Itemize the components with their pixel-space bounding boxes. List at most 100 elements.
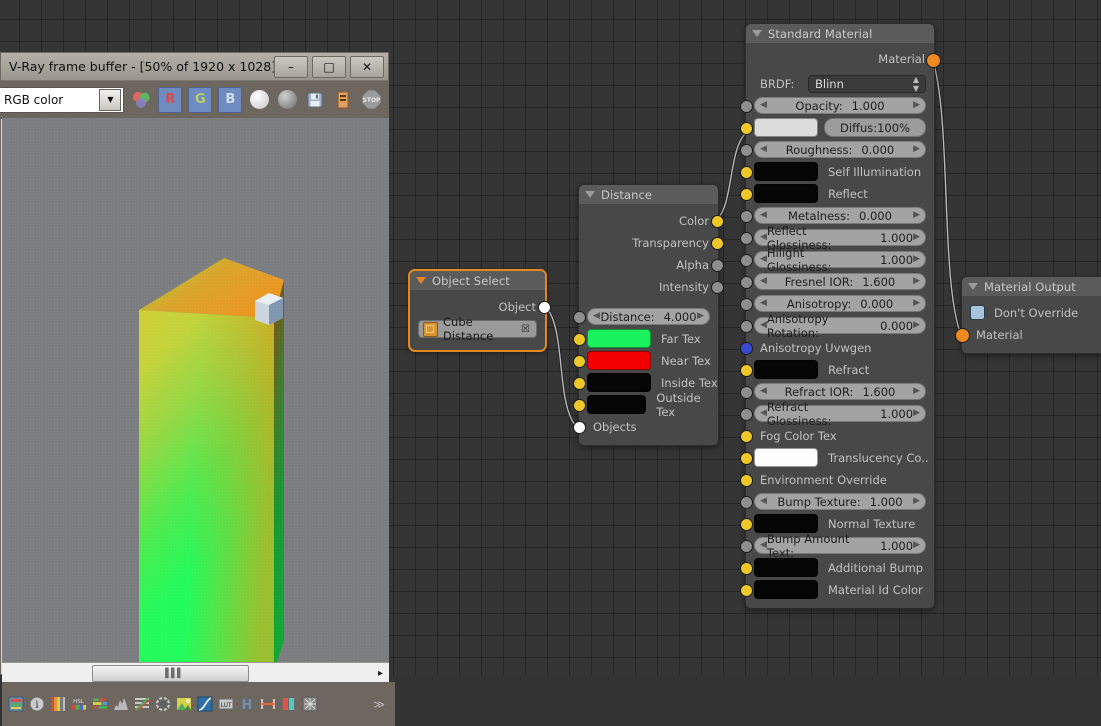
increment-arrow-icon[interactable]: ▶ <box>913 233 920 242</box>
socket-in-opacity[interactable] <box>740 100 753 113</box>
increment-arrow-icon[interactable]: ▶ <box>913 255 920 264</box>
scroll-right-arrow-icon[interactable]: ▸ <box>378 668 383 679</box>
material-row[interactable]: Environment Override <box>740 469 934 490</box>
color-swatch-reflect[interactable] <box>754 184 818 203</box>
material-row[interactable]: ◀ Bump Texture: 1.000 ▶ <box>740 491 934 512</box>
decrement-arrow-icon[interactable]: ◀ <box>760 409 767 418</box>
color-swatch-refract[interactable] <box>754 360 818 379</box>
blue-channel-button[interactable]: B <box>218 86 243 113</box>
node-header-standard-material[interactable]: Standard Material <box>746 24 934 43</box>
object-field-row[interactable]: Cube Distance ☒ <box>410 315 545 343</box>
slider-bump-amount-text[interactable]: ◀ Bump Amount Text: 1.000 ▶ <box>754 532 926 560</box>
material-row[interactable]: Diffus:100% <box>740 117 934 138</box>
socket-out-alpha[interactable] <box>711 259 724 272</box>
save-image-button[interactable] <box>304 88 326 112</box>
socket-in-refract-ior[interactable] <box>740 386 753 399</box>
socket-in-additional-bump[interactable] <box>740 562 753 575</box>
green-channel-button[interactable]: G <box>188 86 213 113</box>
render-canvas[interactable] <box>2 118 389 662</box>
color-balance-icon[interactable] <box>92 696 108 712</box>
increment-arrow-icon[interactable]: ▶ <box>913 299 920 308</box>
distance-slider[interactable]: ◀ Distance: 4.000 ▶ <box>587 308 710 325</box>
node-material-output[interactable]: Material Output Don't Override Material <box>955 276 1101 354</box>
tex-row-near[interactable]: Near Tex <box>573 350 718 371</box>
socket-in-refract[interactable] <box>740 364 753 377</box>
slider-bump-texture[interactable]: ◀ Bump Texture: 1.000 ▶ <box>754 493 926 510</box>
material-row[interactable]: ◀ Roughness: 0.000 ▶ <box>740 139 934 160</box>
socket-in-roughness[interactable] <box>740 144 753 157</box>
horizontal-scrollbar[interactable]: ▐▐▐ ▸ <box>2 662 389 683</box>
socket-in-inside-tex[interactable] <box>573 377 586 390</box>
slider-metalness[interactable]: ◀ Metalness: 0.000 ▶ <box>754 207 926 224</box>
color-swatch-diffuse[interactable] <box>754 118 818 137</box>
socket-in-bump-amount-text[interactable] <box>740 540 753 553</box>
material-row[interactable]: ◀ Anisotropy Rotation: 0.000 ▶ <box>740 312 934 340</box>
window-controls[interactable]: – □ ✕ <box>274 56 384 78</box>
slider-fresnel-ior[interactable]: ◀ Fresnel IOR: 1.600 ▶ <box>754 273 926 290</box>
node-object-select[interactable]: Object Select Object Cube Distance ☒ <box>409 270 551 351</box>
levels-icon[interactable] <box>113 696 129 712</box>
clear-object-icon[interactable]: ☒ <box>521 324 532 335</box>
socket-in-metalness[interactable] <box>740 210 753 223</box>
vray-toolbar[interactable]: RGB color ▼ R G B STOP <box>0 81 388 119</box>
hsl-icon[interactable]: HSL <box>71 696 87 712</box>
color-swatch-additional-bump[interactable] <box>754 558 818 577</box>
distance-slider-row[interactable]: ◀ Distance: 4.000 ▶ <box>573 306 718 327</box>
increment-arrow-icon[interactable]: ▶ <box>913 541 920 550</box>
material-row[interactable]: Reflect <box>740 183 934 204</box>
load-image-button[interactable] <box>332 88 354 112</box>
object-select-field[interactable]: Cube Distance ☒ <box>418 315 537 343</box>
icc-icon[interactable] <box>302 696 318 712</box>
node-distance[interactable]: Distance Color Transparency Alpha Intens… <box>573 184 724 446</box>
decrement-arrow-icon[interactable]: ◀ <box>760 233 767 242</box>
increment-arrow-icon[interactable]: ▶ <box>913 409 920 418</box>
chevron-updown-icon[interactable]: ▲ ▼ <box>913 75 919 93</box>
tex-row-outside[interactable]: Outside Tex <box>573 391 718 419</box>
slider-anisotropy-rotation[interactable]: ◀ Anisotropy Rotation: 0.000 ▶ <box>754 312 926 340</box>
material-row[interactable]: Additional Bump <box>740 557 934 578</box>
decrement-arrow-icon[interactable]: ◀ <box>760 321 767 330</box>
increment-arrow-icon[interactable]: ▶ <box>913 211 920 220</box>
node-standard-material[interactable]: Standard Material Material BRDF: Blinn ▲… <box>740 23 941 609</box>
socket-in-objects[interactable] <box>573 421 586 434</box>
material-row[interactable]: ◀ Opacity: 1.000 ▶ <box>740 95 934 116</box>
exposure-icon[interactable] <box>50 696 66 712</box>
color-swatch-near-tex[interactable] <box>587 351 651 370</box>
socket-in-bump-texture[interactable] <box>740 496 753 509</box>
lut-icon[interactable]: LUT <box>218 696 234 712</box>
socket-in-near-tex[interactable] <box>573 355 586 368</box>
material-row[interactable]: ◀ Bump Amount Text: 1.000 ▶ <box>740 532 934 560</box>
socket-in-translucency-co[interactable] <box>740 452 753 465</box>
curve-icon[interactable] <box>197 696 213 712</box>
increment-arrow-icon[interactable]: ▶ <box>913 321 920 330</box>
material-row[interactable]: Fog Color Tex <box>740 425 934 446</box>
socket-in-self-illumination[interactable] <box>740 166 753 179</box>
material-row[interactable]: Translucency Co.. <box>740 447 934 468</box>
node-header-distance[interactable]: Distance <box>579 185 718 204</box>
color-swatch-outside-tex[interactable] <box>587 395 647 414</box>
render-info-icon[interactable]: i <box>29 696 45 712</box>
dont-override-checkbox[interactable] <box>970 305 985 320</box>
vray-frame-buffer-window[interactable]: V-Ray frame buffer - [50% of 1920 x 1028… <box>0 52 395 726</box>
color-channels-icon[interactable] <box>130 88 152 112</box>
slider-refract-glossiness[interactable]: ◀ Refract Glossiness: 1.000 ▶ <box>754 400 926 428</box>
collapse-triangle-icon[interactable] <box>968 283 978 290</box>
socket-in-fog-color-tex[interactable] <box>740 430 753 443</box>
slider-anisotropy[interactable]: ◀ Anisotropy: 0.000 ▶ <box>754 295 926 312</box>
alpha-white-button[interactable] <box>248 88 270 112</box>
material-row[interactable]: Anisotropy Uvwgen <box>740 337 934 358</box>
color-swatch-material-id-color[interactable] <box>754 580 818 599</box>
socket-in-refract-glossiness[interactable] <box>740 408 753 421</box>
dont-override-row[interactable]: Don't Override <box>962 302 1101 323</box>
vray-bottom-toolbar[interactable]: i HSL LUT H ≫ <box>2 682 395 726</box>
collapse-triangle-icon[interactable] <box>585 191 595 198</box>
increment-arrow-icon[interactable]: ▶ <box>913 145 920 154</box>
material-row[interactable]: ◀ Refract Glossiness: 1.000 ▶ <box>740 400 934 428</box>
increment-arrow-icon[interactable]: ▶ <box>913 387 920 396</box>
socket-in-hilight-glossiness[interactable] <box>740 254 753 267</box>
chevron-down-icon[interactable]: ▼ <box>99 88 122 111</box>
hue-icon[interactable]: H <box>239 696 255 712</box>
diffuse-percent-field[interactable]: Diffus:100% <box>824 118 926 137</box>
socket-in-anisotropy-rotation[interactable] <box>740 320 753 333</box>
brdf-row[interactable]: BRDF: Blinn ▲ ▼ <box>746 73 934 94</box>
